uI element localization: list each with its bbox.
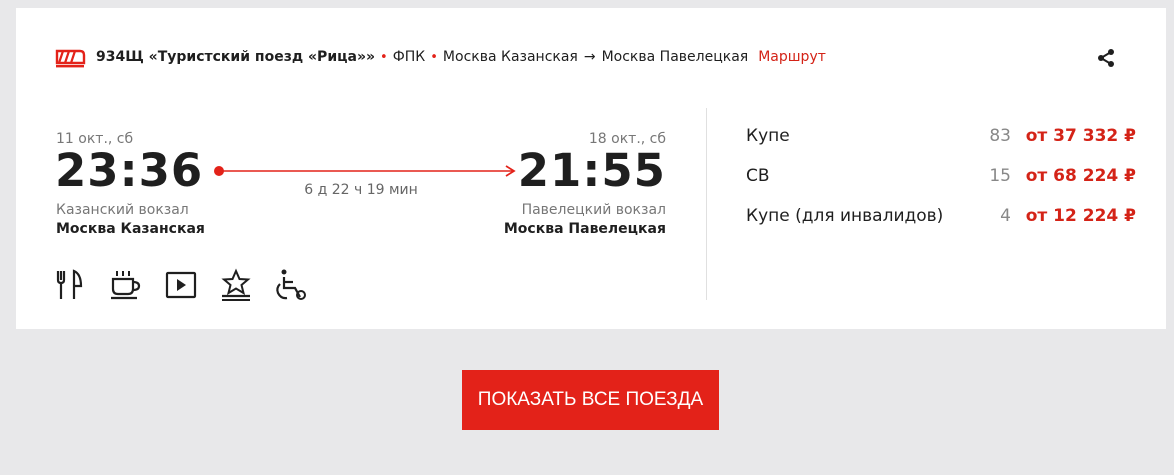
arrival-station: Павелецкий вокзал: [521, 202, 666, 218]
rzd-logo-icon: [55, 49, 86, 68]
video-icon[interactable]: [164, 268, 198, 302]
fare-seats: 4: [1000, 206, 1011, 226]
restaurant-icon[interactable]: [54, 268, 88, 302]
carrier-name: ФПК: [392, 49, 426, 65]
train-header: 934Щ «Туристский поезд «Рица»» • ФПК • М…: [54, 44, 826, 70]
fare-price[interactable]: от 68 224 ₽: [1026, 166, 1136, 186]
amenities-list: [54, 268, 329, 302]
route-from: Москва Казанская: [442, 49, 578, 65]
fare-class: Купе: [746, 126, 790, 146]
wheelchair-icon[interactable]: [274, 268, 308, 302]
fare-row[interactable]: СВ 15 от 68 224 ₽: [746, 156, 1136, 196]
arrival-city: Москва Павелецкая: [503, 221, 666, 237]
fare-row[interactable]: Купе (для инвалидов) 4 от 12 224 ₽: [746, 196, 1136, 236]
departure-time: 23:36: [55, 144, 204, 197]
fare-seats: 15: [989, 166, 1011, 186]
fare-price[interactable]: от 37 332 ₽: [1026, 126, 1136, 146]
fare-row[interactable]: Купе 83 от 37 332 ₽: [746, 116, 1136, 156]
tourist-star-icon[interactable]: [219, 268, 253, 302]
separator-dot: •: [430, 49, 438, 65]
separator-dot: •: [380, 49, 388, 65]
train-card: 934Щ «Туристский поезд «Рица»» • ФПК • М…: [16, 8, 1166, 329]
fares-list: Купе 83 от 37 332 ₽ СВ 15 от 68 224 ₽ Ку…: [746, 116, 1136, 236]
arrival-time: 21:55: [517, 144, 666, 197]
show-all-trains-button[interactable]: ПОКАЗАТЬ ВСЕ ПОЕЗДА: [462, 370, 719, 430]
departure-station: Казанский вокзал: [56, 202, 189, 218]
share-icon[interactable]: [1096, 48, 1116, 68]
fare-class: Купе (для инвалидов): [746, 206, 944, 226]
route-arrow-icon: →: [583, 49, 596, 65]
route-to: Москва Павелецкая: [601, 49, 749, 65]
divider: [706, 108, 707, 300]
trip-duration: 6 д 22 ч 19 мин: [304, 182, 418, 198]
coffee-icon[interactable]: [109, 268, 143, 302]
train-name: 934Щ «Туристский поезд «Рица»»: [96, 49, 376, 65]
fare-class: СВ: [746, 166, 770, 186]
fare-price[interactable]: от 12 224 ₽: [1026, 206, 1136, 226]
route-link[interactable]: Маршрут: [758, 49, 826, 65]
fare-seats: 83: [989, 126, 1011, 146]
departure-city: Москва Казанская: [56, 221, 205, 237]
